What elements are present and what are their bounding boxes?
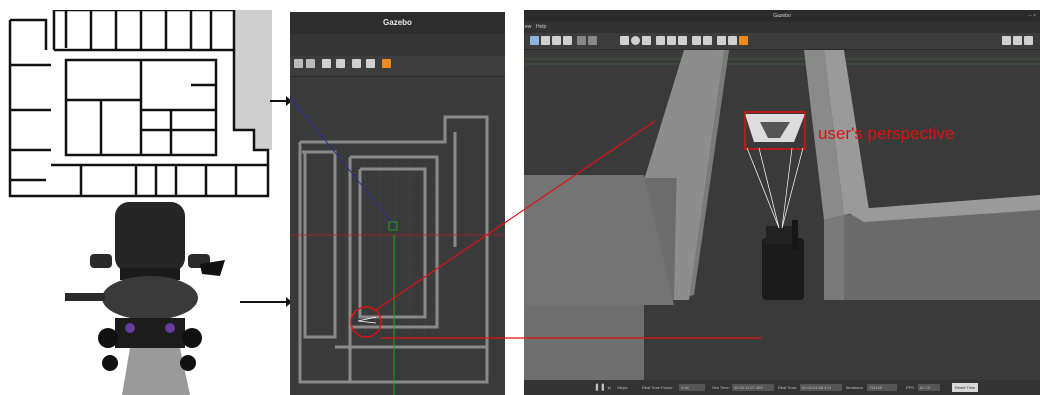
- gazebo-window-topdown: Gazebo: [290, 12, 505, 395]
- sphere-shape-icon[interactable]: [631, 36, 640, 45]
- floor-plan-map: [6, 10, 272, 198]
- fps-label: FPS:: [906, 385, 915, 390]
- sim-time-label: Sim Time:: [712, 385, 730, 390]
- steps-label: Steps:: [617, 385, 629, 390]
- scale-icon[interactable]: [563, 36, 572, 45]
- snap-icon[interactable]: [728, 36, 737, 45]
- screenshot-icon[interactable]: [1002, 36, 1011, 45]
- user-perspective-label: user's perspective: [818, 124, 955, 143]
- scene-viewport[interactable]: [290, 77, 505, 395]
- toolbar: [290, 56, 505, 77]
- copy-icon[interactable]: [692, 36, 701, 45]
- iterations-label: Iterations:: [846, 385, 864, 390]
- directional-light-icon[interactable]: [678, 36, 687, 45]
- sim-time-value: 00 00:11:27.459: [734, 385, 763, 390]
- wheelchair-photo: [65, 202, 225, 395]
- snap-icon[interactable]: [366, 59, 375, 68]
- align-icon[interactable]: [717, 36, 726, 45]
- change-view-icon[interactable]: [739, 36, 748, 45]
- rtf-value: 0.84: [681, 385, 689, 390]
- pause-icon[interactable]: ❚❚: [594, 380, 606, 395]
- translate-icon[interactable]: [541, 36, 550, 45]
- undo-icon[interactable]: [577, 36, 586, 45]
- scale-icon[interactable]: [306, 59, 315, 68]
- cylinder-shape-icon[interactable]: [642, 36, 651, 45]
- arrow-to-map: [270, 96, 292, 106]
- plot-icon[interactable]: [1024, 36, 1033, 45]
- window-title: Gazebo: [524, 10, 1040, 22]
- paste-icon[interactable]: [336, 59, 345, 68]
- scene-viewport-3d[interactable]: [524, 50, 1040, 380]
- step-icon[interactable]: ▸|: [608, 380, 611, 395]
- gazebo-window-perspective: Gazebo – × ew Help ❚❚ ▸| Steps: Real Tim…: [524, 10, 1040, 395]
- real-time-label: Real Time:: [778, 385, 798, 390]
- reset-time-button[interactable]: Reset Time: [952, 383, 979, 392]
- copy-icon[interactable]: [322, 59, 331, 68]
- select-mode-icon[interactable]: [530, 36, 539, 45]
- rtf-label: Real Time Factor:: [642, 385, 674, 390]
- menu-bar: ew Help: [524, 22, 1040, 33]
- change-view-icon[interactable]: [382, 59, 391, 68]
- arrow-to-wheelchair: [240, 297, 292, 307]
- status-bar: ❚❚ ▸| Steps: Real Time Factor: 0.84 Sim …: [524, 380, 1040, 395]
- fps-value: 62.23: [920, 385, 931, 390]
- menu-bar: [290, 34, 505, 57]
- toolbar: [524, 33, 1040, 50]
- paste-icon[interactable]: [703, 36, 712, 45]
- real-time-value: 00 00:04:58.474: [802, 385, 831, 390]
- window-title: Gazebo: [290, 12, 505, 34]
- iterations-value: 731109: [869, 385, 883, 390]
- align-icon[interactable]: [352, 59, 361, 68]
- menu-view[interactable]: ew: [525, 22, 531, 33]
- rotate-icon[interactable]: [552, 36, 561, 45]
- menu-help[interactable]: Help: [536, 22, 546, 33]
- box-shape-icon[interactable]: [620, 36, 629, 45]
- translate-icon[interactable]: [294, 59, 303, 68]
- redo-icon[interactable]: [588, 36, 597, 45]
- spot-light-icon[interactable]: [667, 36, 676, 45]
- window-controls[interactable]: – ×: [1029, 10, 1036, 22]
- log-icon[interactable]: [1013, 36, 1022, 45]
- point-light-icon[interactable]: [656, 36, 665, 45]
